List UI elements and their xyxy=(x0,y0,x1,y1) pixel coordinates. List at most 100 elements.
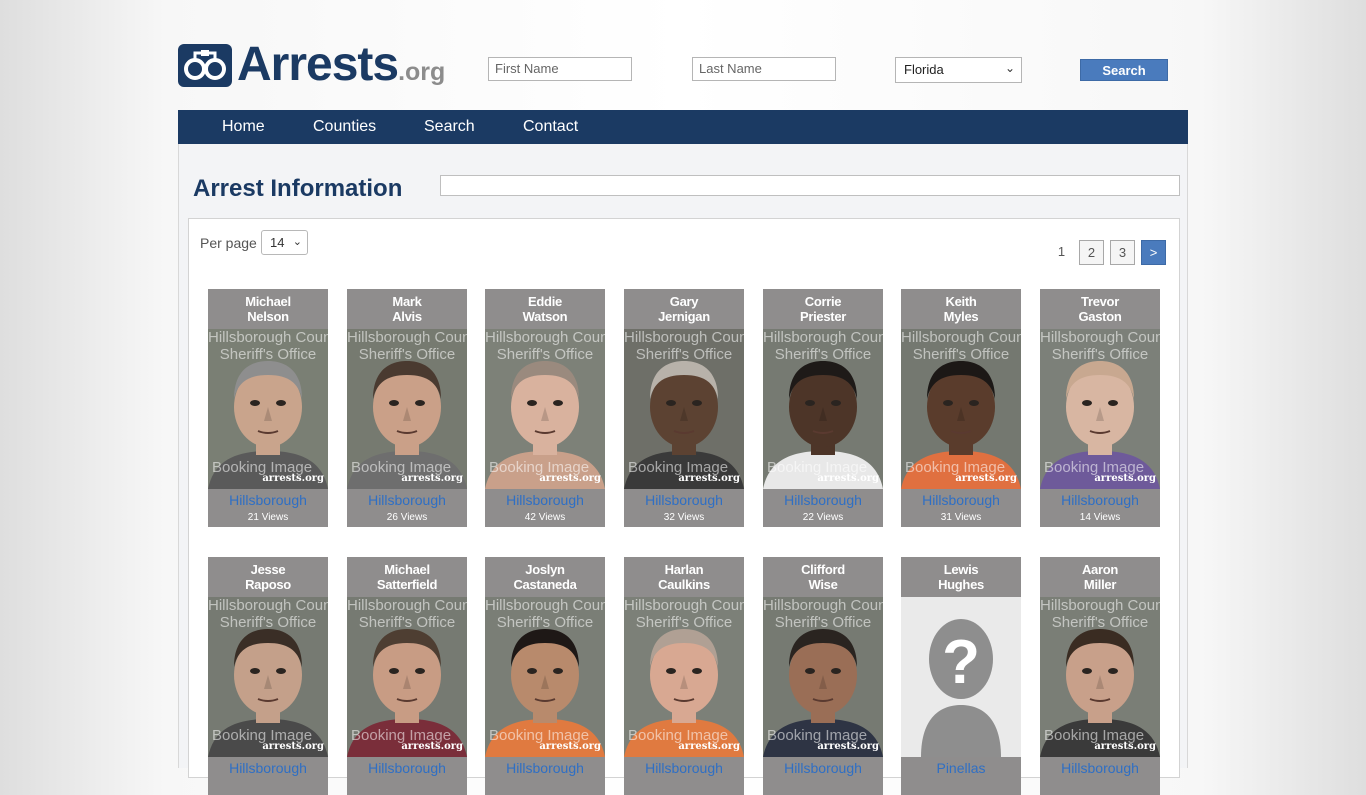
watermark-county: Hillsborough County xyxy=(763,597,883,614)
inmate-card[interactable]: MichaelSatterfield Hillsborough CountyShe… xyxy=(347,557,467,795)
first-name-input[interactable]: First Name xyxy=(488,57,632,81)
mugshot-image[interactable]: Hillsborough CountySheriff's OfficeBooki… xyxy=(347,597,467,757)
mugshot-image[interactable]: Hillsborough CountySheriff's OfficeBooki… xyxy=(624,597,744,757)
nav-search[interactable]: Search xyxy=(424,110,475,143)
inmate-name[interactable]: Mark Alvis xyxy=(347,294,467,324)
inmate-name[interactable]: Clifford Wise xyxy=(763,562,883,592)
state-select-value: Florida xyxy=(904,62,944,77)
inmate-card[interactable]: KeithMyles Hillsborough CountySheriff's O… xyxy=(901,289,1021,527)
next-page-button[interactable]: > xyxy=(1141,240,1166,265)
inmate-name[interactable]: Aaron Miller xyxy=(1040,562,1160,592)
inmate-card[interactable]: TrevorGaston Hillsborough CountySheriff's… xyxy=(1040,289,1160,527)
inmate-card[interactable]: CliffordWise Hillsborough CountySheriff's… xyxy=(763,557,883,795)
mugshot-image[interactable]: ? xyxy=(901,597,1021,757)
inmate-first-name: Harlan xyxy=(664,562,704,577)
inmate-name[interactable]: Corrie Priester xyxy=(763,294,883,324)
county-link[interactable]: Hillsborough xyxy=(347,760,467,776)
mugshot-image[interactable]: Hillsborough CountySheriff's OfficeBooki… xyxy=(347,329,467,489)
watermark-sheriff: Hillsborough CountySheriff's Office xyxy=(1040,597,1160,631)
county-link[interactable]: Hillsborough xyxy=(624,760,744,776)
mugshot-image[interactable]: Hillsborough CountySheriff's OfficeBooki… xyxy=(1040,329,1160,489)
watermark-county: Hillsborough County xyxy=(624,597,744,614)
inmate-name[interactable]: Eddie Watson xyxy=(485,294,605,324)
county-link[interactable]: Hillsborough xyxy=(763,760,883,776)
watermark-sheriff: Hillsborough CountySheriff's Office xyxy=(208,329,328,363)
mugshot-image[interactable]: Hillsborough CountySheriff's OfficeBooki… xyxy=(624,329,744,489)
watermark-sheriff: Hillsborough CountySheriff's Office xyxy=(208,597,328,631)
inmate-card[interactable]: EddieWatson Hillsborough CountySheriff's … xyxy=(485,289,605,527)
watermark-site: arrests.org xyxy=(678,741,740,752)
inmate-last-name: Wise xyxy=(808,577,838,592)
mugshot-image[interactable]: Hillsborough CountySheriff's OfficeBooki… xyxy=(208,329,328,489)
page-2-link[interactable]: 2 xyxy=(1079,240,1104,265)
state-select[interactable]: Florida ⌄ xyxy=(895,57,1022,83)
mugshot-image[interactable]: Hillsborough CountySheriff's OfficeBooki… xyxy=(1040,597,1160,757)
site-header: Arrests .org First Name Last Name Florid… xyxy=(0,0,1366,110)
inmate-name[interactable]: Jesse Raposo xyxy=(208,562,328,592)
nav-counties[interactable]: Counties xyxy=(313,110,376,143)
inmate-name[interactable]: Michael Satterfield xyxy=(347,562,467,592)
inmate-card[interactable]: Lewis Hughes? Pinellas xyxy=(901,557,1021,795)
watermark-office: Sheriff's Office xyxy=(912,346,1010,363)
inmate-first-name: Trevor xyxy=(1081,294,1119,309)
watermark-county: Hillsborough County xyxy=(1040,329,1160,346)
per-page-select[interactable]: 14 ⌄ xyxy=(261,230,308,255)
handcuffs-icon xyxy=(178,43,232,87)
inmate-name[interactable]: Joslyn Castaneda xyxy=(485,562,605,592)
county-link[interactable]: Hillsborough xyxy=(347,492,467,508)
no-photo-placeholder-icon: ? xyxy=(901,597,1021,757)
county-link[interactable]: Hillsborough xyxy=(1040,492,1160,508)
page-3-link[interactable]: 3 xyxy=(1110,240,1135,265)
county-link[interactable]: Hillsborough xyxy=(1040,760,1160,776)
county-link[interactable]: Hillsborough xyxy=(485,760,605,776)
watermark-office: Sheriff's Office xyxy=(774,346,872,363)
inmate-card[interactable]: GaryJernigan Hillsborough CountySheriff's… xyxy=(624,289,744,527)
inmate-card[interactable]: HarlanCaulkins Hillsborough CountySheriff… xyxy=(624,557,744,795)
inmate-card[interactable]: MichaelNelson Hillsborough CountySheriff'… xyxy=(208,289,328,527)
watermark-sheriff: Hillsborough CountySheriff's Office xyxy=(1040,329,1160,363)
page-1-current: 1 xyxy=(1057,244,1066,259)
search-button[interactable]: Search xyxy=(1080,59,1168,81)
inmate-card[interactable]: JesseRaposo Hillsborough CountySheriff's … xyxy=(208,557,328,795)
watermark-office: Sheriff's Office xyxy=(358,614,456,631)
last-name-input[interactable]: Last Name xyxy=(692,57,836,81)
watermark-county: Hillsborough County xyxy=(901,329,1021,346)
inmate-first-name: Aaron xyxy=(1081,562,1119,577)
mugshot-image[interactable]: Hillsborough CountySheriff's OfficeBooki… xyxy=(763,597,883,757)
mugshot-image[interactable]: Hillsborough CountySheriff's OfficeBooki… xyxy=(901,329,1021,489)
inmate-last-name: Miller xyxy=(1083,577,1117,592)
nav-contact[interactable]: Contact xyxy=(523,110,578,143)
mugshot-image[interactable]: Hillsborough CountySheriff's OfficeBooki… xyxy=(763,329,883,489)
county-link[interactable]: Hillsborough xyxy=(208,760,328,776)
mugshot-image[interactable]: Hillsborough CountySheriff's OfficeBooki… xyxy=(208,597,328,757)
inmate-card[interactable]: JoslynCastaneda Hillsborough CountySherif… xyxy=(485,557,605,795)
inmate-card[interactable]: AaronMiller Hillsborough CountySheriff's … xyxy=(1040,557,1160,795)
county-link[interactable]: Hillsborough xyxy=(901,492,1021,508)
inmate-card[interactable]: MarkAlvis Hillsborough CountySheriff's Of… xyxy=(347,289,467,527)
mugshot-image[interactable]: Hillsborough CountySheriff's OfficeBooki… xyxy=(485,329,605,489)
county-link[interactable]: Hillsborough xyxy=(763,492,883,508)
county-link[interactable]: Hillsborough xyxy=(624,492,744,508)
view-count: 21 Views xyxy=(247,512,289,523)
view-count: 22 Views xyxy=(802,512,844,523)
county-link[interactable]: Hillsborough xyxy=(208,492,328,508)
county-link[interactable]: Hillsborough xyxy=(485,492,605,508)
county-link[interactable]: Pinellas xyxy=(901,760,1021,776)
view-count: 32 Views xyxy=(663,512,705,523)
watermark-sheriff: Hillsborough CountySheriff's Office xyxy=(763,597,883,631)
per-page-label: Per page xyxy=(200,235,257,251)
nav-home[interactable]: Home xyxy=(222,110,265,143)
inmate-name[interactable]: Gary Jernigan xyxy=(624,294,744,324)
watermark-office: Sheriff's Office xyxy=(219,614,317,631)
inmate-name[interactable]: Harlan Caulkins xyxy=(624,562,744,592)
site-logo[interactable]: Arrests .org xyxy=(178,36,445,94)
inmate-card[interactable]: CorriePriester Hillsborough CountySheriff… xyxy=(763,289,883,527)
inmate-first-name: Clifford xyxy=(801,562,845,577)
inmate-name[interactable]: Keith Myles xyxy=(901,294,1021,324)
inmate-name[interactable]: Michael Nelson xyxy=(208,294,328,324)
inmate-name[interactable]: Lewis Hughes xyxy=(901,562,1021,592)
inmate-last-name: Nelson xyxy=(247,309,289,324)
view-count: 42 Views xyxy=(524,512,566,523)
mugshot-image[interactable]: Hillsborough CountySheriff's OfficeBooki… xyxy=(485,597,605,757)
inmate-name[interactable]: Trevor Gaston xyxy=(1040,294,1160,324)
